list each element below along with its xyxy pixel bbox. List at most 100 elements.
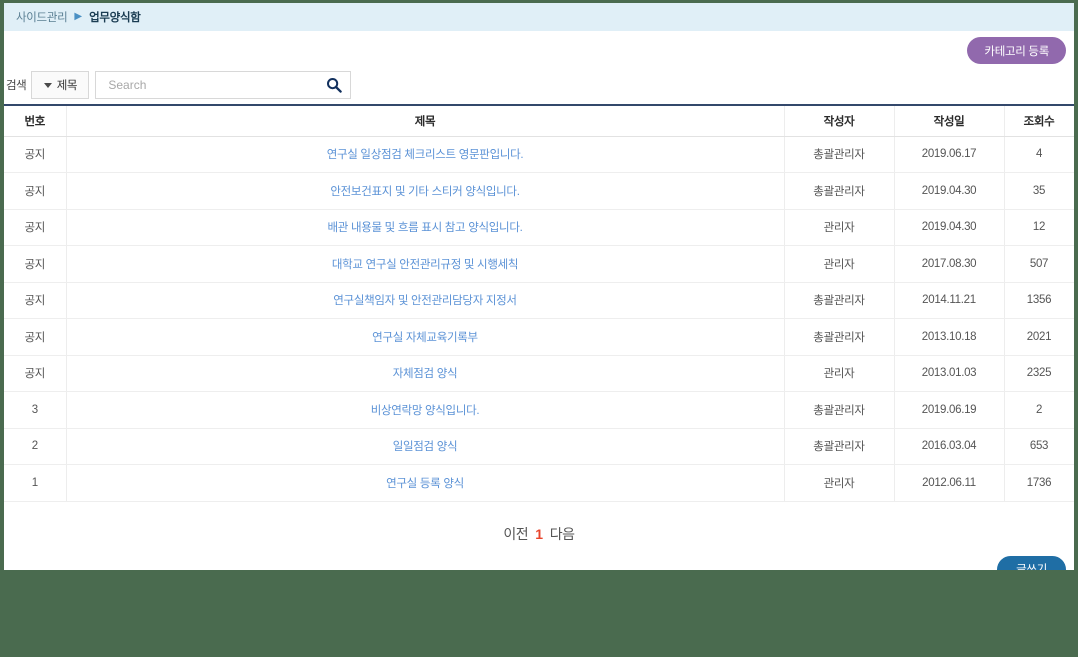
row-date: 2019.04.30 bbox=[893, 209, 1005, 246]
row-views: 2021 bbox=[1004, 318, 1074, 356]
row-author: 관리자 bbox=[784, 245, 894, 283]
row-number: 3 bbox=[4, 391, 66, 429]
row-date: 2013.01.03 bbox=[893, 355, 1005, 392]
post-title-link[interactable]: 연구실 일상점검 체크리스트 영문판입니다. bbox=[327, 149, 524, 161]
search-input[interactable] bbox=[96, 72, 351, 98]
row-title-cell: 대학교 연구실 안전관리규정 및 시행세칙 bbox=[65, 245, 785, 283]
row-notice-badge: 공지 bbox=[4, 245, 66, 283]
register-category-button[interactable]: 카테고리 등록 bbox=[967, 37, 1066, 64]
post-title-link[interactable]: 일일점검 양식 bbox=[393, 441, 458, 453]
breadcrumb-root-link[interactable]: 사이드관리 bbox=[16, 9, 68, 25]
post-title-link[interactable]: 연구실 자체교육기록부 bbox=[372, 332, 478, 344]
row-views: 1736 bbox=[1004, 464, 1074, 502]
row-date: 2013.10.18 bbox=[893, 318, 1005, 356]
row-author: 총괄관리자 bbox=[784, 172, 894, 210]
row-views: 653 bbox=[1004, 428, 1074, 465]
footer-actions: 글쓰기 bbox=[4, 555, 1074, 570]
search-icon bbox=[327, 78, 343, 93]
row-date: 2019.04.30 bbox=[893, 172, 1005, 210]
application-frame: 사이드관리 ▶ 업무양식함 카테고리 등록 검색 제목 Search 번호 제목… bbox=[0, 0, 1078, 657]
pagination-page-1[interactable]: 1 bbox=[535, 526, 543, 542]
table-body: 공지 연구실 일상점검 체크리스트 영문판입니다. 총괄관리자 2019.06.17 4… bbox=[4, 136, 1074, 502]
post-title-link[interactable]: 연구실 등록 양식 bbox=[386, 478, 464, 490]
search-field-select-value: 제목 bbox=[56, 80, 78, 92]
pagination: 이전 1 다음 bbox=[4, 524, 1074, 544]
row-views: 2 bbox=[1004, 391, 1074, 429]
breadcrumb-current-page: 업무양식함 bbox=[89, 12, 141, 24]
table-row[interactable]: 공지 연구실 일상점검 체크리스트 영문판입니다. 총괄관리자 2019.06.17 4 bbox=[4, 136, 1074, 173]
column-header-title: 제목 bbox=[66, 105, 784, 137]
row-views: 4 bbox=[1004, 136, 1074, 173]
row-author: 총괄관리자 bbox=[784, 318, 894, 356]
pagination-prev-button[interactable]: 이전 bbox=[503, 524, 528, 544]
search-label: 검색 bbox=[6, 80, 27, 92]
row-date: 2016.03.04 bbox=[893, 428, 1005, 465]
row-notice-badge: 공지 bbox=[4, 209, 66, 246]
row-notice-badge: 공지 bbox=[4, 172, 66, 210]
post-title-link[interactable]: 연구실책임자 및 안전관리담당자 지정서 bbox=[333, 295, 517, 307]
table-row[interactable]: 2 일일점검 양식 총괄관리자 2016.03.04 653 bbox=[4, 428, 1074, 465]
row-title-cell: 일일점검 양식 bbox=[65, 428, 785, 465]
post-title-link[interactable]: 비상연락망 양식입니다. bbox=[371, 405, 480, 417]
row-title-cell: 자체점검 양식 bbox=[65, 355, 785, 392]
row-date: 2017.08.30 bbox=[893, 245, 1005, 283]
pagination-next-button[interactable]: 다음 bbox=[550, 524, 575, 544]
column-header-views: 조회수 bbox=[1004, 105, 1074, 137]
table-header-row: 번호 제목 작성자 작성일 조회수 파일 bbox=[4, 105, 1074, 137]
row-date: 2019.06.19 bbox=[893, 391, 1005, 429]
table-row[interactable]: 공지 연구실 자체교육기록부 총괄관리자 2013.10.18 2021 bbox=[4, 318, 1074, 356]
row-notice-badge: 공지 bbox=[4, 282, 66, 319]
row-author: 총괄관리자 bbox=[784, 391, 894, 429]
row-title-cell: 연구실책임자 및 안전관리담당자 지정서 bbox=[65, 282, 785, 319]
row-title-cell: 연구실 자체교육기록부 bbox=[65, 318, 785, 356]
post-title-link[interactable]: 자체점검 양식 bbox=[393, 368, 458, 380]
post-title-link[interactable]: 대학교 연구실 안전관리규정 및 시행세칙 bbox=[332, 259, 519, 271]
page-content-sheet: 사이드관리 ▶ 업무양식함 카테고리 등록 검색 제목 Search 번호 제목… bbox=[4, 3, 1074, 570]
column-header-date: 작성일 bbox=[894, 105, 1004, 137]
search-bar: 검색 제목 bbox=[4, 69, 1074, 101]
table-header: 번호 제목 작성자 작성일 조회수 파일 bbox=[4, 105, 1074, 137]
search-field-select[interactable]: 제목 bbox=[31, 71, 90, 99]
row-author: 관리자 bbox=[784, 464, 894, 502]
row-title-cell: 비상연락망 양식입니다. bbox=[65, 391, 785, 429]
row-views: 12 bbox=[1004, 209, 1074, 246]
row-views: 507 bbox=[1004, 245, 1074, 283]
row-author: 관리자 bbox=[784, 355, 894, 392]
table-row[interactable]: 공지 안전보건표지 및 기타 스티커 양식입니다. 총괄관리자 2019.04.30 3… bbox=[4, 172, 1074, 210]
row-date: 2019.06.17 bbox=[893, 136, 1005, 173]
post-title-link[interactable]: 배관 내용물 및 흐름 표시 참고 양식입니다. bbox=[327, 222, 522, 234]
board-table: 번호 제목 작성자 작성일 조회수 파일 공지 연구실 일상점검 체크리스트 영문… bbox=[4, 104, 1074, 502]
table-row[interactable]: 3 비상연락망 양식입니다. 총괄관리자 2019.06.19 2 bbox=[4, 391, 1074, 429]
column-header-author: 작성자 bbox=[784, 105, 894, 137]
row-number: 1 bbox=[4, 464, 66, 502]
breadcrumb: 사이드관리 ▶ 업무양식함 bbox=[4, 3, 1074, 31]
table-row[interactable]: 공지 자체점검 양식 관리자 2013.01.03 2325 bbox=[4, 355, 1074, 392]
table-row[interactable]: 공지 배관 내용물 및 흐름 표시 참고 양식입니다. 관리자 2019.04.30 1… bbox=[4, 209, 1074, 246]
row-date: 2012.06.11 bbox=[893, 464, 1005, 502]
row-views: 2325 bbox=[1004, 355, 1074, 392]
top-actions-bar: 카테고리 등록 bbox=[4, 31, 1074, 67]
row-author: 관리자 bbox=[784, 209, 894, 246]
row-views: 35 bbox=[1004, 172, 1074, 210]
row-title-cell: 배관 내용물 및 흐름 표시 참고 양식입니다. bbox=[65, 209, 785, 246]
row-author: 총괄관리자 bbox=[784, 428, 894, 465]
row-number: 2 bbox=[4, 428, 66, 465]
row-notice-badge: 공지 bbox=[4, 318, 66, 356]
chevron-right-icon: ▶ bbox=[74, 11, 83, 22]
row-notice-badge: 공지 bbox=[4, 136, 66, 173]
search-submit-button[interactable] bbox=[325, 76, 343, 94]
table-row[interactable]: 1 연구실 등록 양식 관리자 2012.06.11 1736 bbox=[4, 464, 1074, 502]
table-row[interactable]: 공지 대학교 연구실 안전관리규정 및 시행세칙 관리자 2017.08.30 507 bbox=[4, 245, 1074, 283]
table-row[interactable]: 공지 연구실책임자 및 안전관리담당자 지정서 총괄관리자 2014.11.21 135… bbox=[4, 282, 1074, 319]
row-notice-badge: 공지 bbox=[4, 355, 66, 392]
column-header-number: 번호 bbox=[4, 105, 66, 137]
post-title-link[interactable]: 안전보건표지 및 기타 스티커 양식입니다. bbox=[330, 186, 520, 198]
row-views: 1356 bbox=[1004, 282, 1074, 319]
row-author: 총괄관리자 bbox=[784, 282, 894, 319]
row-author: 총괄관리자 bbox=[784, 136, 894, 173]
search-input-wrapper bbox=[95, 71, 352, 99]
chevron-down-icon bbox=[43, 82, 52, 88]
write-post-button[interactable]: 글쓰기 bbox=[997, 555, 1066, 570]
row-title-cell: 연구실 일상점검 체크리스트 영문판입니다. bbox=[65, 136, 785, 173]
row-title-cell: 안전보건표지 및 기타 스티커 양식입니다. bbox=[65, 172, 785, 210]
